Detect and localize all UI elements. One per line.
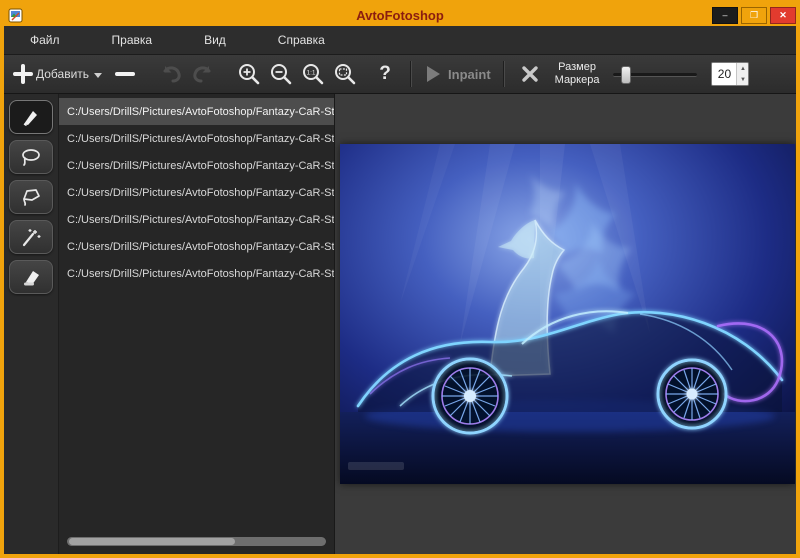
- toolbar: Добавить: [4, 55, 796, 94]
- file-list-item[interactable]: C:/Users/DrillS/Pictures/AvtoFotoshop/Fa…: [59, 152, 334, 179]
- tool-lasso-button[interactable]: [9, 140, 53, 174]
- watermark: [348, 462, 404, 470]
- menu-view[interactable]: Вид: [178, 27, 252, 53]
- marker-size-spinner: ▲ ▼: [711, 62, 749, 86]
- zoom-actual-label: 1:1: [307, 70, 316, 77]
- toolbar-separator: [410, 61, 412, 87]
- titlebar[interactable]: AvtoFotoshop – ❐ ✕: [4, 4, 796, 26]
- tool-brush-button[interactable]: [9, 100, 53, 134]
- window-title: AvtoFotoshop: [4, 8, 796, 23]
- menu-bar: Файл Правка Вид Справка: [4, 26, 796, 55]
- redo-icon: [191, 63, 215, 85]
- add-files-button[interactable]: Добавить: [12, 59, 102, 89]
- toolbar-separator-2: [503, 61, 505, 87]
- undo-icon: [159, 63, 183, 85]
- content-area: C:/Users/DrillS/Pictures/AvtoFotoshop/Fa…: [4, 94, 796, 554]
- slider-handle[interactable]: [621, 66, 631, 84]
- canvas-area[interactable]: [335, 94, 796, 554]
- menu-file[interactable]: Файл: [4, 27, 86, 53]
- zoom-out-icon: [269, 62, 293, 86]
- window-controls: – ❐ ✕: [712, 7, 796, 24]
- zoom-in-icon: [237, 62, 261, 86]
- file-list-item[interactable]: C:/Users/DrillS/Pictures/AvtoFotoshop/Fa…: [59, 233, 334, 260]
- file-list-item[interactable]: C:/Users/DrillS/Pictures/AvtoFotoshop/Fa…: [59, 98, 334, 125]
- minus-icon: [114, 63, 136, 85]
- lasso-icon: [20, 147, 42, 167]
- x-icon: [520, 64, 540, 84]
- app-window: AvtoFotoshop – ❐ ✕ Файл Правка Вид Справ…: [0, 0, 800, 558]
- spinner-arrows: ▲ ▼: [736, 63, 748, 85]
- menu-help[interactable]: Справка: [252, 27, 351, 53]
- tool-polygon-lasso-button[interactable]: [9, 180, 53, 214]
- filelist-hscrollbar[interactable]: [67, 537, 326, 546]
- brush-icon: [21, 107, 41, 127]
- file-list-item[interactable]: C:/Users/DrillS/Pictures/AvtoFotoshop/Fa…: [59, 260, 334, 287]
- zoom-in-button[interactable]: [236, 59, 262, 89]
- inpaint-button[interactable]: Inpaint: [424, 59, 491, 89]
- zoom-actual-button[interactable]: 1:1: [300, 59, 326, 89]
- clear-selection-button[interactable]: [517, 59, 543, 89]
- remove-file-button[interactable]: [112, 59, 138, 89]
- spinner-down-icon[interactable]: ▼: [737, 74, 748, 85]
- filelist-hscrollbar-thumb[interactable]: [69, 538, 235, 545]
- fantasy-car-artwork: [340, 144, 795, 484]
- file-list-item[interactable]: C:/Users/DrillS/Pictures/AvtoFotoshop/Fa…: [59, 206, 334, 233]
- tools-sidebar: [4, 94, 59, 554]
- marker-size-label: Размер Маркера: [555, 61, 600, 86]
- tool-magic-wand-button[interactable]: [9, 220, 53, 254]
- tool-eraser-button[interactable]: [9, 260, 53, 294]
- magic-wand-icon: [20, 227, 42, 247]
- dropdown-caret-icon: [94, 73, 102, 78]
- play-icon: [424, 64, 442, 84]
- zoom-actual-icon: 1:1: [301, 62, 325, 86]
- minimize-button[interactable]: –: [712, 7, 738, 24]
- redo-button[interactable]: [190, 59, 216, 89]
- menu-edit[interactable]: Правка: [86, 27, 179, 53]
- undo-button[interactable]: [158, 59, 184, 89]
- polygon-lasso-icon: [20, 187, 42, 207]
- inpaint-label: Inpaint: [448, 67, 491, 82]
- eraser-icon: [20, 267, 42, 287]
- marker-size-input[interactable]: [712, 63, 736, 85]
- marker-size-slider[interactable]: [613, 65, 697, 83]
- plus-icon: [12, 63, 34, 85]
- zoom-fit-button[interactable]: [332, 59, 358, 89]
- zoom-out-button[interactable]: [268, 59, 294, 89]
- file-list-panel: C:/Users/DrillS/Pictures/AvtoFotoshop/Fa…: [59, 94, 335, 554]
- help-label: ?: [379, 63, 391, 85]
- close-button[interactable]: ✕: [770, 7, 796, 24]
- help-button[interactable]: ?: [372, 59, 398, 89]
- add-label: Добавить: [36, 67, 89, 81]
- file-list-item[interactable]: C:/Users/DrillS/Pictures/AvtoFotoshop/Fa…: [59, 179, 334, 206]
- front-wheel: [433, 359, 507, 433]
- file-list-item[interactable]: C:/Users/DrillS/Pictures/AvtoFotoshop/Fa…: [59, 125, 334, 152]
- maximize-button[interactable]: ❐: [741, 7, 767, 24]
- spinner-up-icon[interactable]: ▲: [737, 63, 748, 74]
- canvas-image[interactable]: [340, 144, 795, 484]
- zoom-fit-icon: [333, 62, 357, 86]
- rear-wheel: [658, 360, 726, 428]
